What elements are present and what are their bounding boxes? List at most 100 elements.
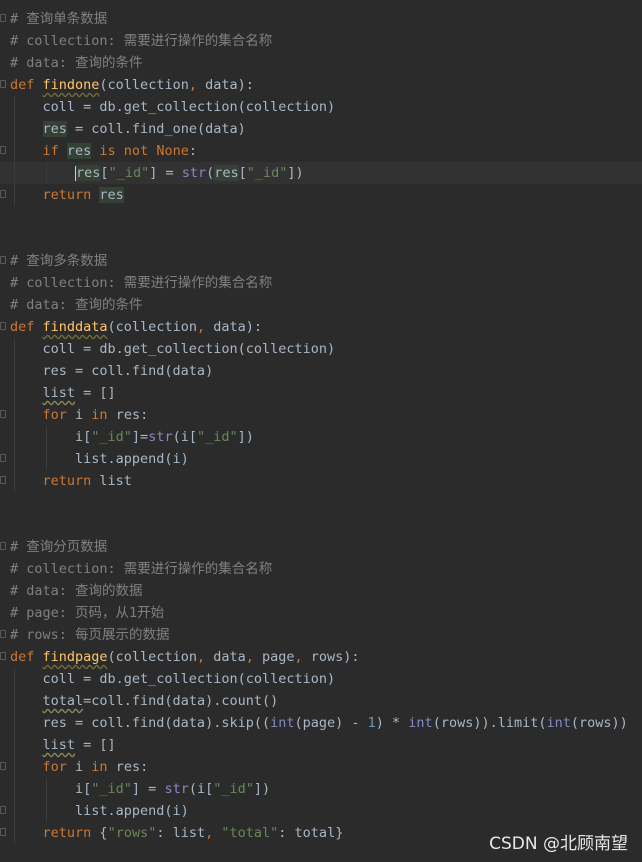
fold-marker-icon[interactable] xyxy=(0,256,6,264)
code-token: res xyxy=(66,143,92,159)
code-token: "_id" xyxy=(108,165,150,181)
code-token: res = coll.find(data).skip(( xyxy=(10,715,271,731)
code-token: ]) xyxy=(237,429,254,445)
fold-marker-icon[interactable] xyxy=(0,652,6,660)
code-line[interactable] xyxy=(0,206,642,228)
code-line[interactable]: return res xyxy=(0,184,642,206)
fold-marker-icon[interactable] xyxy=(0,410,6,418)
code-line[interactable]: i["_id"]=str(i["_id"]) xyxy=(0,426,642,448)
code-line[interactable]: # rows: 每页展示的数据 xyxy=(0,624,642,646)
indent-guide xyxy=(14,382,15,404)
code-line[interactable]: total=coll.find(data).count() xyxy=(0,690,642,712)
code-token: list.append(i) xyxy=(10,803,189,819)
code-line[interactable]: for i in res: xyxy=(0,756,642,778)
code-line[interactable]: for i in res: xyxy=(0,404,642,426)
indent-guide xyxy=(46,426,48,448)
indent-guide xyxy=(14,338,15,360)
code-line[interactable]: list = [] xyxy=(0,734,642,756)
code-line[interactable]: def findone(collection, data): xyxy=(0,74,642,96)
code-line[interactable]: list.append(i) xyxy=(0,448,642,470)
code-token: list xyxy=(99,473,132,489)
code-token: (collection xyxy=(107,319,197,335)
code-line[interactable] xyxy=(0,228,642,250)
indent-guide xyxy=(14,140,15,162)
code-line[interactable]: coll = db.get_collection(collection) xyxy=(0,96,642,118)
code-line[interactable]: res["_id"] = str(res["_id"]) xyxy=(0,162,642,184)
code-token: in xyxy=(91,407,116,423)
code-token: data xyxy=(213,649,246,665)
fold-marker-icon[interactable] xyxy=(0,80,6,88)
indent-guide xyxy=(14,448,15,470)
code-line[interactable]: coll = db.get_collection(collection) xyxy=(0,338,642,360)
code-line[interactable]: def findpage(collection, data, page, row… xyxy=(0,646,642,668)
fold-marker-icon[interactable] xyxy=(0,190,6,198)
code-token: (page) - xyxy=(294,715,368,731)
code-token: int xyxy=(270,715,295,731)
code-token: ) * xyxy=(375,715,409,731)
fold-marker-icon[interactable] xyxy=(0,630,6,638)
code-line[interactable]: res = coll.find(data) xyxy=(0,360,642,382)
code-token: ]= xyxy=(131,429,149,445)
code-token: return xyxy=(42,187,100,203)
code-line[interactable]: list = [] xyxy=(0,382,642,404)
code-line[interactable]: # collection: 需要进行操作的集合名称 xyxy=(0,30,642,52)
fold-marker-icon[interactable] xyxy=(0,828,6,836)
code-token: res xyxy=(76,165,101,181)
fold-marker-icon[interactable] xyxy=(0,146,6,154)
code-token: i xyxy=(75,759,92,775)
code-line[interactable]: # data: 查询的条件 xyxy=(0,52,642,74)
code-line[interactable]: res = coll.find_one(data) xyxy=(0,118,642,140)
fold-marker-icon[interactable] xyxy=(0,542,6,550)
code-token: total xyxy=(42,693,84,709)
code-line[interactable]: # collection: 需要进行操作的集合名称 xyxy=(0,558,642,580)
fold-marker-icon[interactable] xyxy=(0,322,6,330)
code-token: coll = db.get_collection(collection) xyxy=(10,341,336,357)
code-token: # data: 查询的条件 xyxy=(10,297,143,313)
fold-marker-icon[interactable] xyxy=(0,806,6,814)
code-token: "rows" xyxy=(107,825,157,841)
indent-guide xyxy=(14,360,15,382)
code-token: # rows: 每页展示的数据 xyxy=(10,627,170,643)
code-line[interactable] xyxy=(0,514,642,536)
code-editor[interactable]: # 查询单条数据 # collection: 需要进行操作的集合名称 # data:… xyxy=(0,8,642,844)
code-line[interactable]: # 查询多条数据 xyxy=(0,250,642,272)
code-token: # data: 查询的条件 xyxy=(10,55,143,71)
indent-guide xyxy=(14,404,15,426)
code-token: is not None xyxy=(91,143,189,159)
code-token: # collection: 需要进行操作的集合名称 xyxy=(10,33,273,49)
code-token: , xyxy=(294,649,311,665)
code-token: str xyxy=(148,429,173,445)
code-line[interactable]: # collection: 需要进行操作的集合名称 xyxy=(0,272,642,294)
fold-marker-icon[interactable] xyxy=(0,14,6,22)
code-token: coll = db.get_collection(collection) xyxy=(10,671,336,687)
code-line[interactable]: list.append(i) xyxy=(0,800,642,822)
code-line[interactable] xyxy=(0,492,642,514)
code-line[interactable]: # 查询分页数据 xyxy=(0,536,642,558)
code-token: # 查询分页数据 xyxy=(10,539,108,555)
indent-guide xyxy=(46,448,48,470)
code-line[interactable]: res = coll.find(data).skip((int(page) - … xyxy=(0,712,642,734)
indent-guide xyxy=(14,734,15,756)
fold-marker-icon[interactable] xyxy=(0,476,6,484)
code-token: # collection: 需要进行操作的集合名称 xyxy=(10,275,273,291)
code-line[interactable]: def finddata(collection, data): xyxy=(0,316,642,338)
code-token: "_id" xyxy=(91,429,132,445)
code-line[interactable]: # data: 查询的条件 xyxy=(0,294,642,316)
code-token: # data: 查询的数据 xyxy=(10,583,143,599)
code-token: findpage xyxy=(42,649,108,665)
code-token: page xyxy=(262,649,295,665)
code-token: "_id" xyxy=(196,429,238,445)
fold-marker-icon[interactable] xyxy=(0,762,6,770)
code-token: ] = xyxy=(131,781,165,797)
code-token: for xyxy=(42,759,76,775)
code-line[interactable]: return list xyxy=(0,470,642,492)
code-token: in xyxy=(91,759,116,775)
code-line[interactable]: # page: 页码，从1开始 xyxy=(0,602,642,624)
code-line[interactable]: coll = db.get_collection(collection) xyxy=(0,668,642,690)
code-line[interactable]: # 查询单条数据 xyxy=(0,8,642,30)
code-line[interactable]: if res is not None: xyxy=(0,140,642,162)
fold-marker-icon[interactable] xyxy=(0,454,6,462)
code-token: coll = db.get_collection(collection) xyxy=(10,99,336,115)
code-line[interactable]: i["_id"] = str(i["_id"]) xyxy=(0,778,642,800)
code-line[interactable]: # data: 查询的数据 xyxy=(0,580,642,602)
